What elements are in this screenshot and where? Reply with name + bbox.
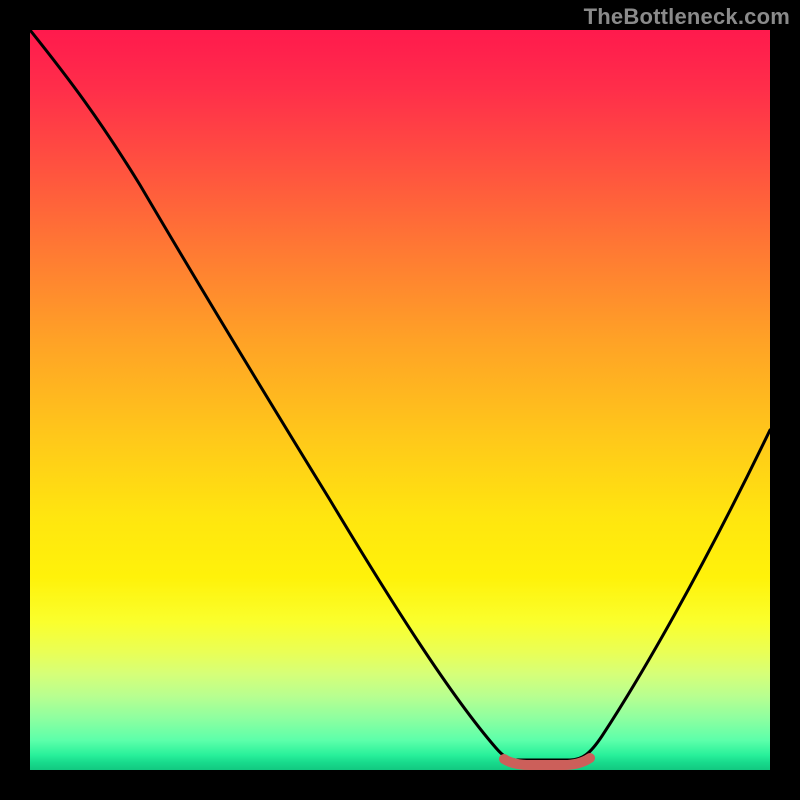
chart-frame: TheBottleneck.com	[0, 0, 800, 800]
watermark-text: TheBottleneck.com	[584, 4, 790, 30]
chart-plot-area	[30, 30, 770, 770]
